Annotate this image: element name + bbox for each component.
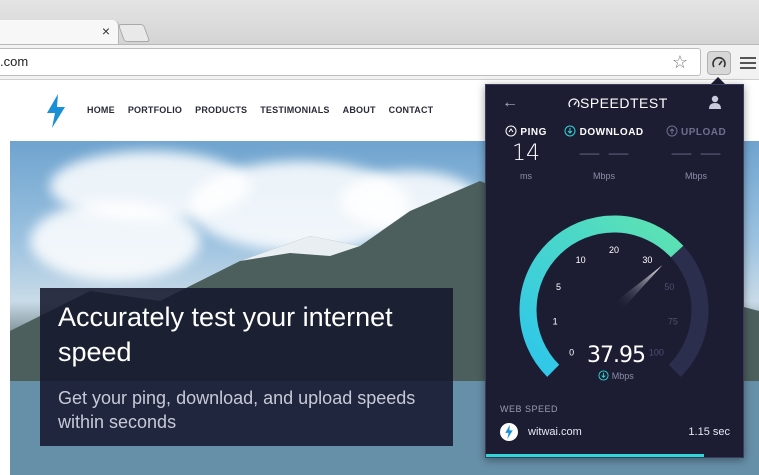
gauge-tick-75: 75	[668, 317, 678, 327]
upload-label: UPLOAD	[646, 125, 746, 138]
new-tab-button[interactable]	[117, 24, 151, 42]
web-speed-site: witwai.com	[528, 426, 582, 438]
current-unit-text: Mbps	[611, 371, 634, 381]
nav-contact[interactable]: CONTACT	[389, 105, 434, 115]
ping-icon	[505, 125, 517, 137]
download-icon	[598, 370, 609, 381]
user-icon[interactable]	[708, 95, 722, 109]
nav-home[interactable]: HOME	[87, 105, 115, 115]
upload-label-text: UPLOAD	[681, 127, 727, 138]
nav-about[interactable]: ABOUT	[343, 105, 376, 115]
download-unit: Mbps	[592, 171, 615, 181]
test-progress-bar	[486, 454, 705, 457]
upload-value: — —	[670, 141, 722, 166]
download-metric: DOWNLOAD — — Mbps	[554, 125, 654, 181]
speed-readout: 37.95 Mbps	[581, 343, 651, 381]
gauge-tick-100: 100	[649, 347, 664, 357]
popup-title: SPEEDTEST	[568, 95, 668, 111]
site-favicon-icon	[500, 423, 518, 441]
download-label-text: DOWNLOAD	[579, 127, 644, 138]
nav-portfolio[interactable]: PORTFOLIO	[128, 105, 182, 115]
gauge-tick-10: 10	[576, 255, 586, 265]
ping-label-text: PING	[520, 127, 547, 138]
current-speed: 37.95	[587, 343, 646, 368]
gauge-tick-50: 50	[664, 282, 674, 292]
speedtest-extension-button[interactable]	[707, 51, 731, 75]
web-speed-time: 1.15 sec	[688, 426, 730, 438]
popup-title-text: SPEEDTEST	[580, 95, 668, 111]
web-speed-label: WEB SPEED	[500, 404, 559, 414]
browser-tab-bar: ×	[0, 0, 759, 45]
gauge-tick-1: 1	[553, 317, 558, 327]
download-icon	[564, 125, 576, 137]
gauge-needle	[616, 265, 663, 309]
download-label: DOWNLOAD	[554, 125, 654, 138]
address-bar[interactable]: .com ☆	[0, 48, 701, 76]
tab-close-icon[interactable]: ×	[102, 23, 110, 39]
hero-title: Accurately test your internet speed	[58, 302, 393, 367]
speedtest-logo-icon	[568, 98, 580, 108]
nav-products[interactable]: PRODUCTS	[195, 105, 247, 115]
speedometer-icon	[712, 56, 726, 68]
upload-metric: UPLOAD — — Mbps	[646, 125, 746, 181]
browser-tab[interactable]: ×	[0, 20, 119, 44]
star-icon[interactable]: ☆	[672, 49, 688, 75]
gauge-tick-30: 30	[642, 255, 652, 265]
back-arrow-icon[interactable]: ←	[502, 94, 518, 112]
upload-icon	[666, 125, 678, 137]
gauge-tick-5: 5	[556, 282, 561, 292]
current-speed-unit: Mbps	[581, 370, 651, 381]
download-value: — —	[578, 141, 630, 166]
hero-subtitle: Get your ping, download, and upload spee…	[58, 388, 416, 432]
upload-unit: Mbps	[684, 171, 707, 181]
browser-toolbar: .com ☆	[0, 45, 759, 80]
nav-testimonials[interactable]: TESTIMONIALS	[260, 105, 329, 115]
site-nav: HOME PORTFOLIO PRODUCTS TESTIMONIALS ABO…	[87, 105, 446, 115]
hamburger-menu-icon[interactable]	[740, 54, 756, 72]
speedtest-popup: ← SPEEDTEST PING 14 ms DOWNLOAD — — Mbps…	[485, 84, 744, 458]
gauge-tick-20: 20	[609, 245, 619, 255]
gauge-tick-0: 0	[569, 347, 574, 357]
address-text: .com	[0, 54, 29, 69]
site-logo-icon	[47, 94, 65, 128]
